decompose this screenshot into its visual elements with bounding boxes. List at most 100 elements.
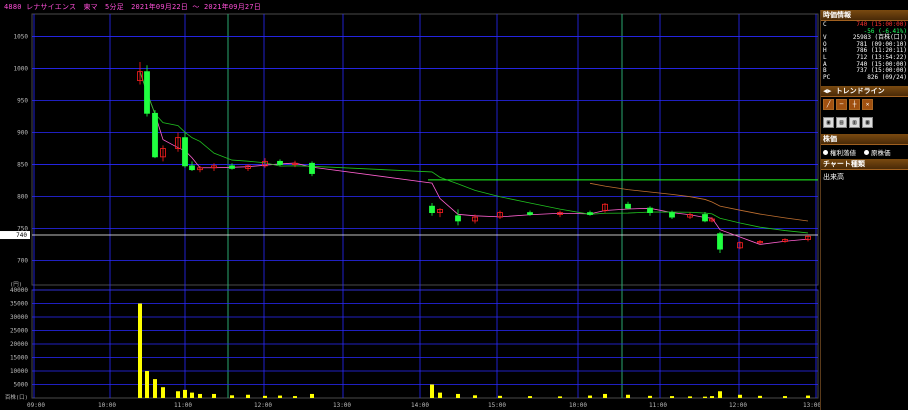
save-icon[interactable]: ▣	[823, 117, 834, 129]
candle-body	[455, 215, 461, 222]
volume-bar	[138, 303, 142, 398]
volume-bar	[190, 392, 194, 398]
volume-bar	[528, 396, 532, 398]
time-tick-label: 13:00	[333, 402, 351, 409]
volume-tick-label: 15000	[10, 355, 28, 362]
volume-tick-label: 25000	[10, 328, 28, 335]
price-mode-radios: 権利落値 原株価	[821, 145, 908, 159]
candle-body	[277, 160, 283, 165]
volume-bar	[648, 395, 652, 398]
time-tick-label: 10:00	[98, 402, 116, 409]
radio-dot-icon	[864, 149, 869, 155]
volume-bar	[198, 393, 202, 398]
chart-type-header: チャート種類	[821, 159, 908, 171]
draw-line-tool-icon[interactable]: ╱	[823, 99, 834, 111]
candle-body	[189, 165, 195, 171]
time-tick-label: 11:00	[174, 402, 192, 409]
candle-body	[527, 212, 533, 215]
price-tick-label: 1050	[14, 33, 29, 40]
cross-tool-icon[interactable]: ┼	[849, 99, 860, 111]
candle-body	[587, 212, 593, 215]
volume-bar	[718, 391, 722, 398]
quote-header: 時価情報	[821, 10, 908, 21]
volume-tick-label: 10000	[10, 368, 28, 375]
volume-tick-label: 5000	[14, 382, 29, 389]
volume-bar	[498, 395, 502, 398]
file-tools: ▣ ▤ ▥ ▦	[821, 115, 908, 130]
volume-bar	[263, 395, 267, 398]
volume-bar	[670, 396, 674, 398]
volume-bar	[310, 393, 314, 398]
volume-bar	[710, 396, 714, 398]
price-tick-label: 900	[17, 130, 28, 137]
quote-info: C 740 (15:00:00) -56 (-6.41%) V 25983 (百株(…	[821, 21, 908, 82]
volume-bar	[230, 395, 234, 398]
volume-bar	[183, 389, 187, 398]
volume-tick-label: 35000	[10, 301, 28, 308]
volume-bar	[473, 395, 477, 398]
volume-bar	[603, 393, 607, 398]
side-panel: 時価情報 C 740 (15:00:00) -56 (-6.41%) V 25983…	[820, 10, 908, 410]
print-icon[interactable]: ▦	[862, 117, 873, 129]
volume-bar	[456, 393, 460, 398]
current-price-label: 740	[16, 232, 27, 239]
volume-bar	[430, 384, 434, 398]
price-tick-label: 800	[17, 194, 28, 201]
radio-original-price[interactable]: 原株価	[864, 147, 891, 157]
candle-body	[182, 137, 188, 167]
trendline-label: トレンドライン	[835, 87, 885, 96]
candle-body	[152, 112, 158, 158]
volume-bar	[688, 396, 692, 398]
horizontal-line-tool-icon[interactable]: ─	[836, 99, 847, 111]
save-as-icon[interactable]: ▤	[836, 117, 847, 129]
candle-body	[647, 207, 653, 214]
volume-bar	[153, 379, 157, 398]
time-tick-label: 14:00	[411, 402, 429, 409]
ma-long-line	[589, 182, 809, 222]
time-tick-label: 11:00	[649, 402, 667, 409]
volume-bar	[783, 396, 787, 398]
folder-icon[interactable]: ▥	[849, 117, 860, 129]
trendline-toggle-icon: ◀▶	[823, 87, 836, 96]
candle-body	[625, 203, 631, 209]
candle-body	[309, 162, 315, 174]
time-tick-label: 13:00	[803, 402, 820, 409]
candle-body	[669, 212, 675, 218]
time-tick-label: 12:00	[729, 402, 747, 409]
candle-body	[144, 71, 150, 114]
volume-bar	[145, 371, 149, 398]
volume-bar	[626, 394, 630, 398]
candle-body	[429, 205, 435, 214]
price-frame	[31, 13, 819, 286]
price-tick-label: 850	[17, 162, 28, 169]
volume-bar	[246, 394, 250, 398]
radio-rights-adjusted[interactable]: 権利落値	[823, 147, 856, 157]
kabuka-header: 株価	[821, 134, 908, 146]
price-tick-label: 700	[17, 258, 28, 265]
trendline-header[interactable]: ◀▶ トレンドライン	[821, 86, 908, 98]
stock-chart[interactable]: 10501000950900850800750700740(円)40000350…	[0, 0, 820, 410]
volume-bar	[588, 395, 592, 398]
quote-row-prev-close: PC 826 (09/24)	[823, 73, 907, 81]
price-tick-label: 1000	[14, 65, 29, 72]
time-tick-label: 15:00	[488, 402, 506, 409]
candle-body	[717, 233, 723, 250]
radio-dot-icon	[823, 149, 828, 155]
volume-bar	[176, 391, 180, 398]
volume-tick-label: 30000	[10, 314, 28, 321]
volume-bottom-label: 百株(口)	[5, 393, 28, 401]
volume-bar	[806, 395, 810, 398]
time-tick-label: 09:00	[27, 402, 45, 409]
volume-bar	[161, 387, 165, 398]
volume-bar	[278, 395, 282, 398]
volume-tick-label: 20000	[10, 341, 28, 348]
volume-bar	[738, 394, 742, 398]
volume-bar	[558, 396, 562, 398]
trendline-tools: ╱ ─ ┼ ✕	[821, 97, 908, 112]
chart-type-value[interactable]: 出来高	[821, 170, 908, 184]
volume-bar	[212, 393, 216, 398]
delete-line-tool-icon[interactable]: ✕	[862, 99, 873, 111]
volume-bar	[293, 396, 297, 398]
time-tick-label: 12:00	[254, 402, 272, 409]
volume-bar	[438, 392, 442, 398]
